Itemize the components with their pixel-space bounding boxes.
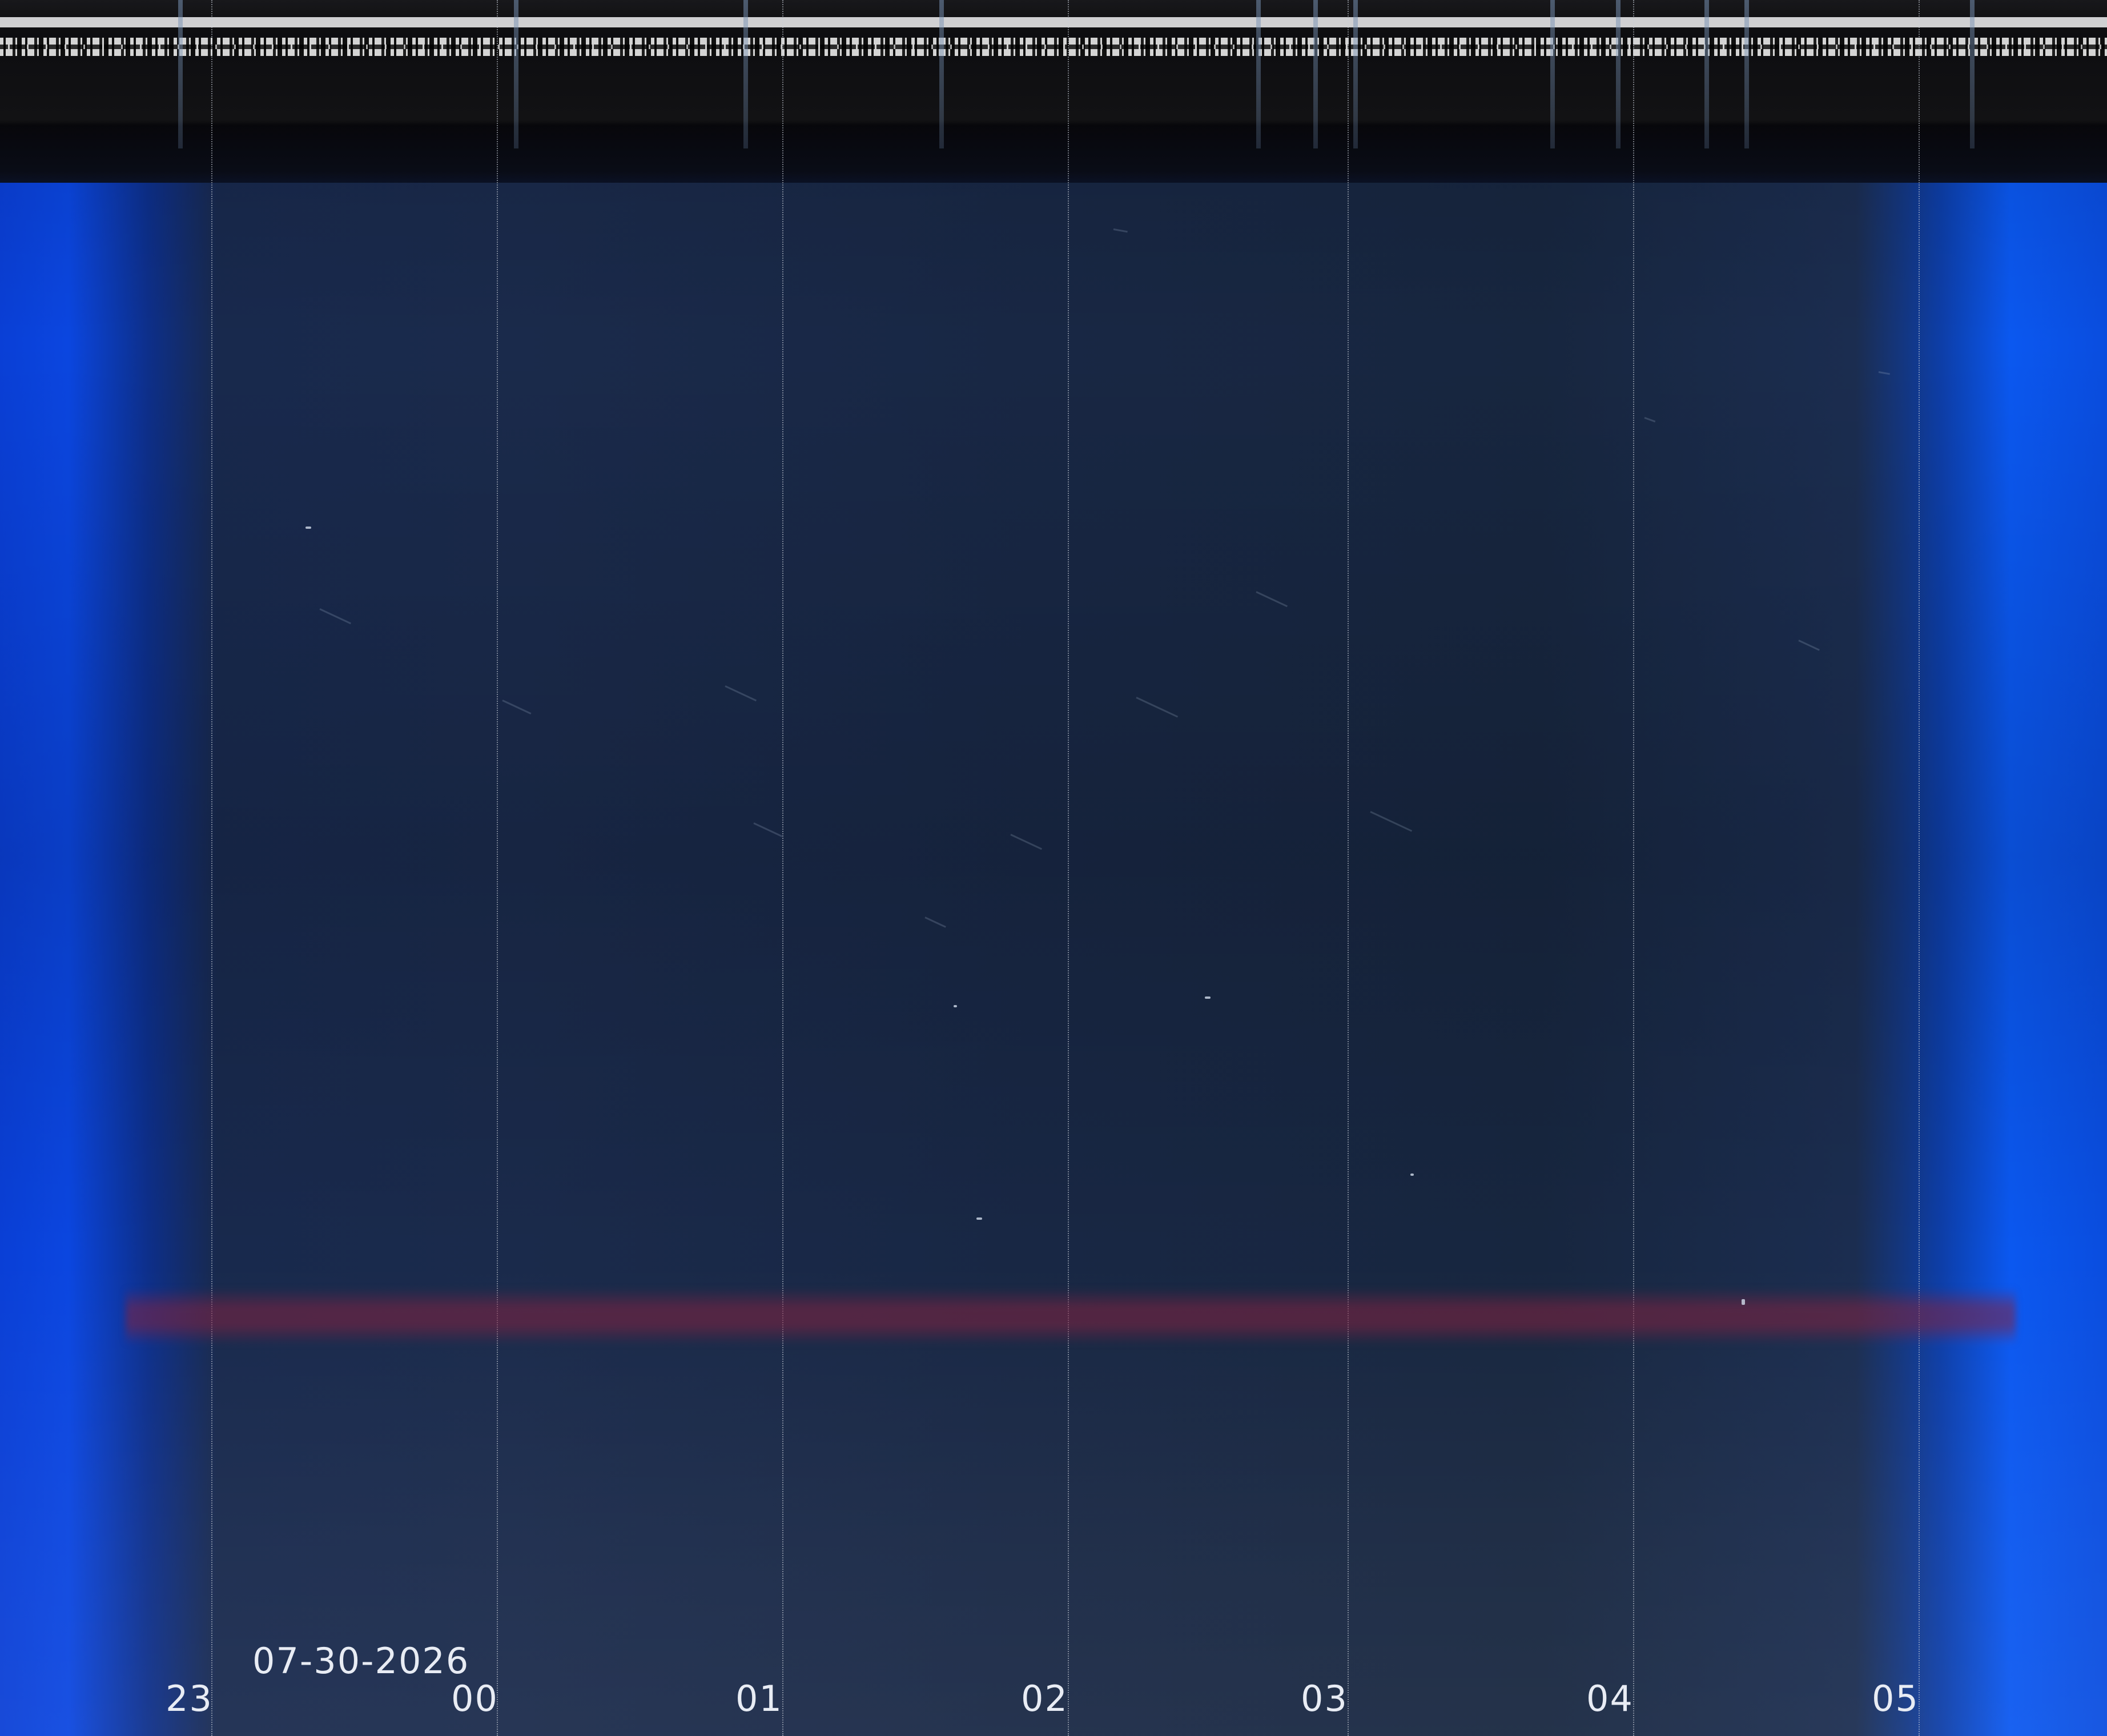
star-trail (725, 685, 757, 702)
vertical-streak (743, 0, 748, 148)
data-strip-overlay (0, 45, 2107, 49)
sky-shading (0, 0, 2107, 1736)
vertical-streak (1256, 0, 1261, 148)
red-horizon-band (126, 1288, 2016, 1345)
hour-gridline (1633, 0, 1634, 1736)
vertical-streak (514, 0, 518, 148)
top-data-band (0, 0, 2107, 183)
top-white-line (0, 17, 2107, 27)
vertical-streak (1970, 0, 1975, 148)
vertical-streak (939, 0, 944, 148)
star-dot (954, 1005, 957, 1007)
hour-label-23: 23 (166, 1678, 213, 1719)
hour-gridline (497, 0, 498, 1736)
star-dot (305, 527, 311, 529)
vertical-streak (1550, 0, 1555, 148)
star-trail (1370, 811, 1413, 832)
star-trail (1256, 591, 1288, 608)
star-trail (502, 700, 532, 715)
star-trail (1136, 697, 1179, 718)
date-label: 07-30-2026 (252, 1640, 470, 1682)
star-trail (1644, 417, 1656, 423)
hour-gridline (1068, 0, 1069, 1736)
star-trail (753, 822, 783, 838)
star-trail (924, 917, 946, 928)
star-dot (976, 1217, 982, 1220)
hour-label-00: 00 (451, 1678, 498, 1719)
vertical-streak (1704, 0, 1709, 148)
vertical-streak (1353, 0, 1358, 148)
hour-label-03: 03 (1301, 1678, 1348, 1719)
vertical-streak (1616, 0, 1621, 148)
star-trail (1878, 371, 1890, 375)
vertical-streak (1313, 0, 1318, 148)
hour-label-02: 02 (1021, 1678, 1068, 1719)
star-trail (1798, 640, 1820, 651)
hour-gridline (1348, 0, 1349, 1736)
star-trail (319, 608, 352, 625)
vertical-streak (178, 0, 183, 148)
star-dot (1742, 1299, 1745, 1305)
vertical-streak (1744, 0, 1749, 148)
hour-label-01: 01 (735, 1678, 783, 1719)
star-dot (1205, 996, 1211, 999)
hour-gridline (211, 0, 212, 1736)
keogram-image: 23 00 01 02 03 04 05 07-30-2026 (0, 0, 2107, 1736)
hour-gridline (782, 0, 783, 1736)
hour-gridline (1919, 0, 1920, 1736)
star-trail (1113, 228, 1128, 233)
hour-label-05: 05 (1872, 1678, 1919, 1719)
star-dot (1410, 1174, 1414, 1176)
hour-label-04: 04 (1586, 1678, 1634, 1719)
star-trail (1010, 834, 1043, 850)
